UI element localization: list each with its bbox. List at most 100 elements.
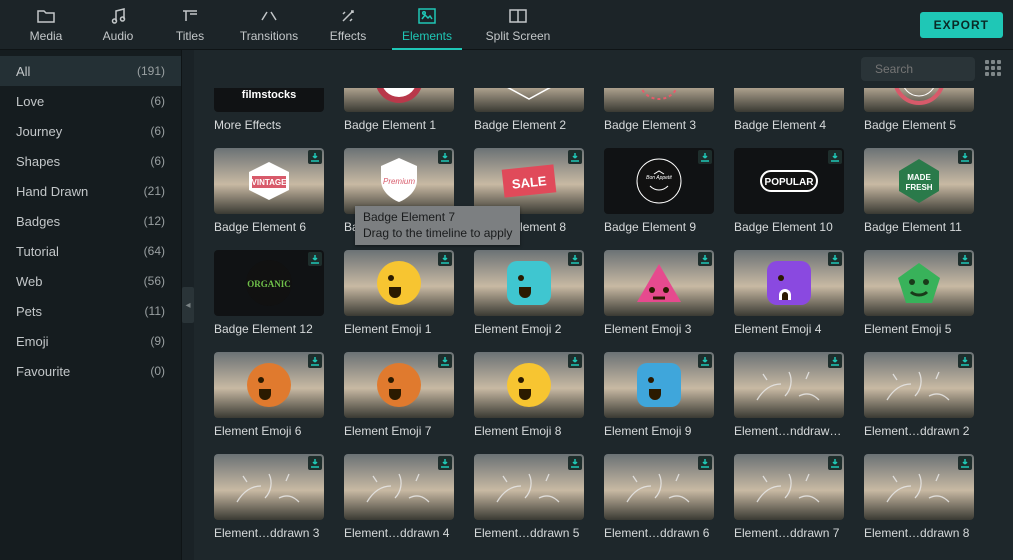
download-icon [698, 150, 712, 164]
download-icon [568, 150, 582, 164]
tab-elements[interactable]: Elements [384, 0, 470, 50]
svg-text:FRESH: FRESH [905, 183, 932, 192]
element-item[interactable]: Best ChoiceBadge Element 4 [734, 88, 844, 132]
element-item[interactable]: APPROVEDBadge Element 5 [864, 88, 974, 132]
item-tooltip: Badge Element 7 Drag to the timeline to … [355, 206, 520, 245]
sidebar-item-favourite[interactable]: Favourite(0) [0, 356, 181, 386]
music-icon [110, 7, 126, 25]
sidebar-item-love[interactable]: Love(6) [0, 86, 181, 116]
elements-icon [418, 7, 436, 25]
element-caption: Element Emoji 7 [344, 424, 454, 438]
sidebar-item-hand-drawn[interactable]: Hand Drawn (21) [0, 176, 181, 206]
sidebar-item-all[interactable]: All(191) [0, 56, 181, 86]
element-item[interactable]: Element…ddrawn 2 [864, 352, 974, 438]
element-caption: Element Emoji 9 [604, 424, 714, 438]
sidebar-collapse-handle[interactable]: ◂ [182, 50, 194, 560]
sidebar-item-count: (21) [144, 184, 165, 198]
element-item[interactable]: Element Emoji 6 [214, 352, 324, 438]
element-item[interactable]: VINTAGEBadge Element 6 [214, 148, 324, 234]
element-caption: Element Emoji 2 [474, 322, 584, 336]
element-item[interactable]: Element Emoji 7 [344, 352, 454, 438]
element-item[interactable]: Element…ddrawn 8 [864, 454, 974, 540]
element-item[interactable]: Element Emoji 8 [474, 352, 584, 438]
element-item[interactable]: Element Emoji 3 [604, 250, 714, 336]
export-button[interactable]: EXPORT [920, 12, 1003, 38]
sidebar-item-label: Pets [16, 304, 42, 319]
tab-label: Titles [176, 29, 204, 43]
element-caption: Element…nddrawn 1 [734, 424, 844, 438]
svg-text:MADE: MADE [907, 173, 931, 182]
tab-effects[interactable]: Effects [312, 0, 384, 50]
element-caption: Element Emoji 1 [344, 322, 454, 336]
svg-text:Premium: Premium [383, 177, 415, 186]
download-icon [438, 150, 452, 164]
element-item[interactable]: Element Emoji 1 [344, 250, 454, 336]
download-icon [438, 456, 452, 470]
tooltip-hint: Drag to the timeline to apply [363, 226, 512, 242]
sidebar-item-pets[interactable]: Pets(11) [0, 296, 181, 326]
element-item[interactable]: Element…ddrawn 3 [214, 454, 324, 540]
download-icon [828, 456, 842, 470]
download-icon [698, 456, 712, 470]
tab-splitscreen[interactable]: Split Screen [470, 0, 566, 50]
element-caption: Badge Element 3 [604, 118, 714, 132]
element-item[interactable]: POPULARBadge Element 10 [734, 148, 844, 234]
download-icon [958, 354, 972, 368]
element-item[interactable]: Badge Element 2 [474, 88, 584, 132]
titles-icon [182, 7, 198, 25]
element-item[interactable]: Element Emoji 4 [734, 250, 844, 336]
element-item[interactable]: Element Emoji 5 [864, 250, 974, 336]
element-item[interactable]: ORGANIC Badge Element 12 [214, 250, 324, 336]
download-icon [958, 252, 972, 266]
elements-scroll[interactable]: filmstocksMore Effects ADVENTUREBadge Ele… [194, 88, 1013, 560]
sidebar-item-count: (0) [150, 364, 165, 378]
sidebar-item-journey[interactable]: Journey(6) [0, 116, 181, 146]
view-grid-icon[interactable] [985, 60, 1003, 78]
search-input[interactable] [861, 57, 975, 81]
sidebar-item-emoji[interactable]: Emoji(9) [0, 326, 181, 356]
tab-audio[interactable]: Audio [82, 0, 154, 50]
sidebar-item-label: Journey [16, 124, 62, 139]
element-item[interactable]: Element…nddrawn 1 [734, 352, 844, 438]
svg-text:VINTAGE: VINTAGE [252, 178, 288, 187]
folder-icon [37, 7, 55, 25]
element-item[interactable]: Element…ddrawn 6 [604, 454, 714, 540]
element-item[interactable]: NEWBadge Element 3 [604, 88, 714, 132]
sidebar-item-web[interactable]: Web(56) [0, 266, 181, 296]
category-sidebar: All(191)Love(6)Journey(6)Shapes(6)Hand D… [0, 50, 182, 560]
tab-label: Split Screen [486, 29, 551, 43]
element-caption: More Effects [214, 118, 324, 132]
element-item[interactable]: MADEFRESHBadge Element 11 [864, 148, 974, 234]
tab-label: Transitions [240, 29, 298, 43]
tab-titles[interactable]: Titles [154, 0, 226, 50]
sidebar-item-tutorial[interactable]: Tutorial(64) [0, 236, 181, 266]
element-caption: Element Emoji 3 [604, 322, 714, 336]
element-item[interactable]: Bon AppetitBadge Element 9 [604, 148, 714, 234]
download-icon [698, 252, 712, 266]
element-caption: Element Emoji 6 [214, 424, 324, 438]
svg-text:Bon Appetit: Bon Appetit [646, 175, 672, 181]
element-item[interactable]: ADVENTUREBadge Element 1 [344, 88, 454, 132]
element-caption: Badge Element 2 [474, 118, 584, 132]
sidebar-item-label: Hand Drawn [16, 184, 88, 199]
svg-text:POPULAR: POPULAR [765, 177, 815, 188]
download-icon [568, 252, 582, 266]
element-caption: Element Emoji 8 [474, 424, 584, 438]
element-caption: Badge Element 12 [214, 322, 324, 336]
element-item[interactable]: filmstocksMore Effects [214, 88, 324, 132]
sidebar-item-badges[interactable]: Badges(12) [0, 206, 181, 236]
element-item[interactable]: Element…ddrawn 5 [474, 454, 584, 540]
element-item[interactable]: Element Emoji 2 [474, 250, 584, 336]
tab-label: Elements [402, 29, 452, 43]
svg-text:ORGANIC: ORGANIC [247, 279, 291, 289]
sidebar-item-shapes[interactable]: Shapes(6) [0, 146, 181, 176]
tab-media[interactable]: Media [10, 0, 82, 50]
element-item[interactable]: Element…ddrawn 4 [344, 454, 454, 540]
element-caption: Badge Element 5 [864, 118, 974, 132]
sidebar-item-count: (6) [150, 94, 165, 108]
element-caption: Element…ddrawn 2 [864, 424, 974, 438]
element-item[interactable]: Element…ddrawn 7 [734, 454, 844, 540]
element-item[interactable]: Element Emoji 9 [604, 352, 714, 438]
tab-transitions[interactable]: Transitions [226, 0, 312, 50]
element-caption: Element…ddrawn 4 [344, 526, 454, 540]
